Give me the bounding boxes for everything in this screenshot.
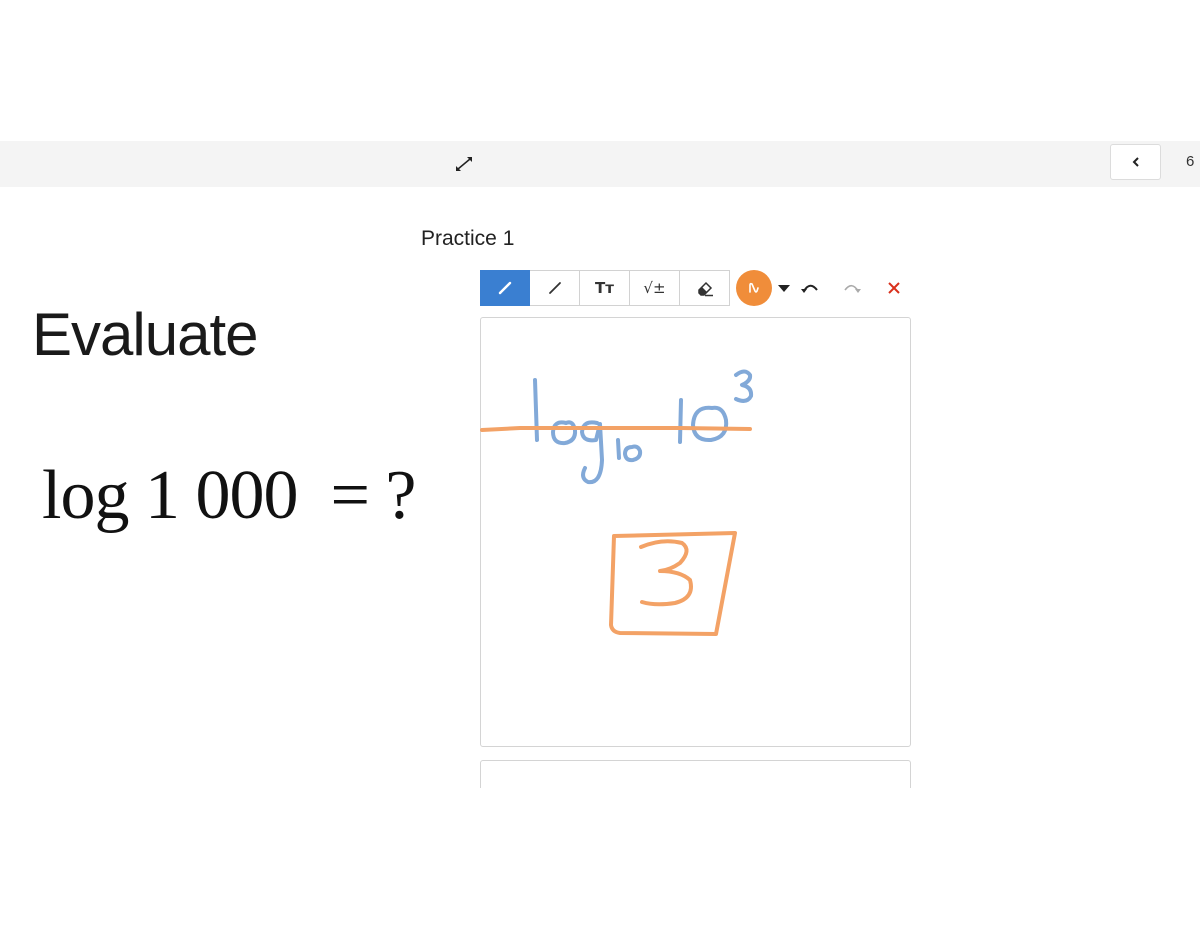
close-icon (888, 282, 900, 294)
text-size-icon: Tт (595, 279, 614, 297)
line-icon (548, 282, 561, 294)
text-tool-button[interactable]: Tт (580, 270, 630, 306)
color-picker-button[interactable] (736, 270, 772, 306)
slide-equation: log 1 000 = ? (42, 457, 416, 534)
color-dropdown-icon[interactable] (778, 284, 790, 292)
eraser-tool-button[interactable] (680, 270, 730, 306)
slide-heading: Evaluate (32, 301, 258, 368)
undo-button[interactable] (796, 270, 824, 306)
drawing-canvas[interactable] (480, 317, 911, 747)
sqrt-icon: √± (643, 279, 666, 297)
practice-title: Practice 1 (421, 227, 515, 250)
pen-tool-button[interactable] (480, 270, 530, 306)
chevron-left-icon (1132, 157, 1139, 167)
drawing-toolbar: Tт √± (480, 270, 908, 306)
redo-button[interactable] (838, 270, 866, 306)
expand-icon[interactable] (452, 153, 476, 175)
squiggle-icon (749, 282, 759, 293)
pencil-icon (498, 281, 512, 295)
eraser-icon (697, 281, 713, 297)
page-number: 6 (1186, 153, 1195, 170)
redo-icon (844, 284, 861, 293)
top-bar: 6 (0, 141, 1200, 187)
previous-page-button[interactable] (1110, 144, 1161, 180)
clear-button[interactable] (880, 270, 908, 306)
drawing-canvas-next[interactable] (480, 760, 911, 788)
undo-icon (801, 284, 818, 293)
math-tool-button[interactable]: √± (630, 270, 680, 306)
line-tool-button[interactable] (530, 270, 580, 306)
